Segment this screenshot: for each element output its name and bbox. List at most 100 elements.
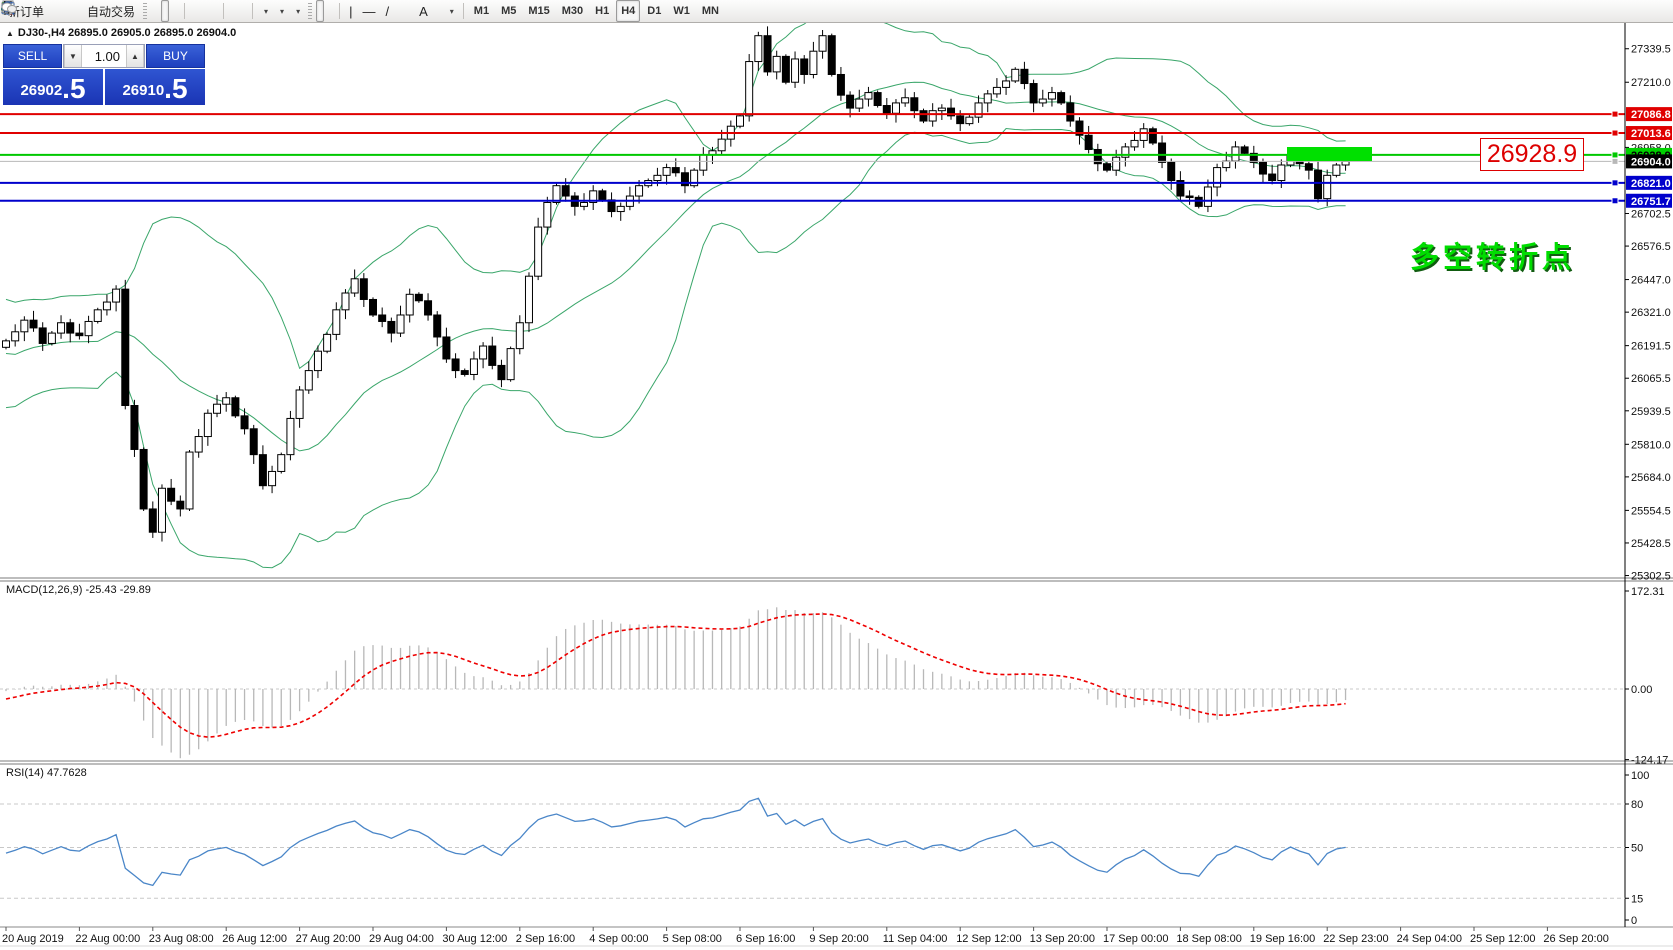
candle-body	[1269, 174, 1276, 180]
arrows-tool-button[interactable]: ▾	[444, 0, 458, 22]
price-tick-label: 25554.5	[1631, 505, 1671, 517]
crosshair-tool-button[interactable]	[326, 0, 334, 22]
market-watch-button[interactable]	[50, 0, 58, 22]
candle-body	[892, 103, 899, 113]
vertical-line-tool-button[interactable]: |	[345, 0, 356, 22]
candle-body	[434, 315, 441, 337]
timeframe-mn-button[interactable]: MN	[697, 0, 724, 22]
price-callout-box[interactable]: 26928.9	[1480, 138, 1584, 171]
timeframe-m30-button[interactable]: M30	[557, 0, 588, 22]
price-tick-label: 27210.0	[1631, 77, 1671, 89]
periods-button[interactable]: ▾	[274, 0, 288, 22]
sell-button[interactable]: SELL	[3, 44, 62, 68]
candle-body	[12, 332, 19, 341]
signals-button[interactable]	[70, 0, 78, 22]
macd-tick-label: 172.31	[1631, 586, 1665, 598]
candle-body	[39, 328, 46, 344]
price-tick-label: 26065.5	[1631, 373, 1671, 385]
candle-body	[461, 371, 468, 375]
candle-body	[296, 390, 303, 418]
candle-body	[1333, 165, 1340, 175]
candle-body	[1315, 170, 1322, 198]
candle-body	[1149, 129, 1156, 143]
candle-body	[415, 294, 422, 300]
chat-button[interactable]	[1656, 0, 1664, 22]
candle-body	[30, 320, 37, 328]
candle-body	[388, 321, 395, 333]
templates-caret-icon: ▾	[296, 7, 300, 16]
indicators-button[interactable]: ▾	[258, 0, 272, 22]
timeframe-h4-button[interactable]: H4	[616, 0, 640, 22]
search-button[interactable]	[1646, 0, 1654, 22]
candle-body	[85, 321, 92, 335]
hline-handle[interactable]	[1612, 130, 1618, 136]
bar-chart-button[interactable]	[151, 0, 159, 22]
symbol-ohlc-header[interactable]: ▲ DJ30-,H4 26895.0 26905.0 26895.0 26904…	[6, 27, 236, 39]
candle-body	[911, 98, 918, 111]
timeframe-h1-button[interactable]: H1	[590, 0, 614, 22]
volume-value[interactable]: 1.00	[82, 45, 126, 67]
zoom-out-button[interactable]	[200, 0, 208, 22]
candlestick-chart-button[interactable]	[161, 0, 169, 22]
sell-price-display[interactable]: 26902.5	[3, 69, 103, 105]
candle-body	[195, 437, 202, 453]
zoom-in-button[interactable]	[190, 0, 198, 22]
toolbar-drag-handle[interactable]	[143, 3, 147, 19]
rsi-tick-label: 100	[1631, 770, 1649, 782]
auto-scroll-button[interactable]	[229, 0, 237, 22]
timeframe-m1-button[interactable]: M1	[469, 0, 494, 22]
timeframe-m5-button[interactable]: M5	[496, 0, 521, 22]
candle-body	[324, 334, 331, 351]
candle-body	[1030, 84, 1037, 103]
rsi-tick-label: 80	[1631, 799, 1643, 811]
candle-body	[966, 117, 973, 123]
fibonacci-tool-button[interactable]: F	[405, 0, 413, 22]
buy-price-display[interactable]: 26910.5	[105, 69, 205, 105]
text-tool-button[interactable]: A	[415, 0, 432, 22]
hline-handle[interactable]	[1612, 111, 1618, 117]
timeframe-d1-button[interactable]: D1	[642, 0, 666, 22]
timeframe-m15-button[interactable]: M15	[523, 0, 554, 22]
periods-caret-icon: ▾	[280, 7, 284, 16]
candle-body	[1204, 187, 1211, 206]
chart-canvas[interactable]: 27339.527210.026958.026702.526576.526447…	[0, 0, 1673, 950]
toolbar-drag-handle[interactable]	[308, 3, 312, 19]
cursor-tool-button[interactable]	[316, 0, 324, 22]
highlight-rectangle[interactable]	[1287, 147, 1372, 161]
buy-button[interactable]: BUY	[146, 44, 205, 68]
time-tick-label: 27 Aug 20:00	[296, 933, 361, 945]
timeframe-w1-button[interactable]: W1	[668, 0, 695, 22]
macd-tick-label: -124.17	[1631, 755, 1668, 767]
candle-body	[131, 406, 138, 450]
candle-body	[755, 36, 762, 62]
chart-shift-button[interactable]	[239, 0, 247, 22]
candle-body	[140, 449, 147, 508]
time-tick-label: 18 Sep 08:00	[1176, 933, 1241, 945]
candle-body	[1039, 99, 1046, 103]
candle-body	[1195, 197, 1202, 206]
trendline-tool-button[interactable]: /	[381, 0, 393, 22]
text-label-tool-button[interactable]: T	[434, 0, 442, 22]
data-window-button[interactable]	[60, 0, 68, 22]
tile-windows-button[interactable]	[210, 0, 218, 22]
volume-decrease-button[interactable]: ▼	[64, 45, 82, 67]
chart-note-text[interactable]: 多空转折点	[1410, 234, 1575, 276]
time-tick-label: 20 Aug 2019	[2, 933, 64, 945]
arrows-caret-icon: ▾	[450, 7, 454, 16]
candle-body	[1324, 175, 1331, 198]
volume-increase-button[interactable]: ▲	[126, 45, 144, 67]
hline-handle[interactable]	[1612, 180, 1618, 186]
templates-button[interactable]: ▾	[290, 0, 304, 22]
chart-window[interactable]: 27339.527210.026958.026702.526576.526447…	[0, 0, 1673, 950]
hline-handle[interactable]	[1612, 198, 1618, 204]
auto-trading-button[interactable]: 自动交易	[80, 0, 139, 22]
rsi-tick-label: 15	[1631, 893, 1643, 905]
candle-body	[370, 299, 377, 315]
horizontal-line-tool-button[interactable]: —	[358, 0, 379, 22]
channel-tool-button[interactable]: E	[395, 0, 403, 22]
hline-handle[interactable]	[1612, 158, 1618, 164]
hline-handle[interactable]	[1612, 152, 1618, 158]
candle-body	[223, 398, 230, 404]
candle-body	[21, 320, 28, 332]
line-chart-button[interactable]	[171, 0, 179, 22]
